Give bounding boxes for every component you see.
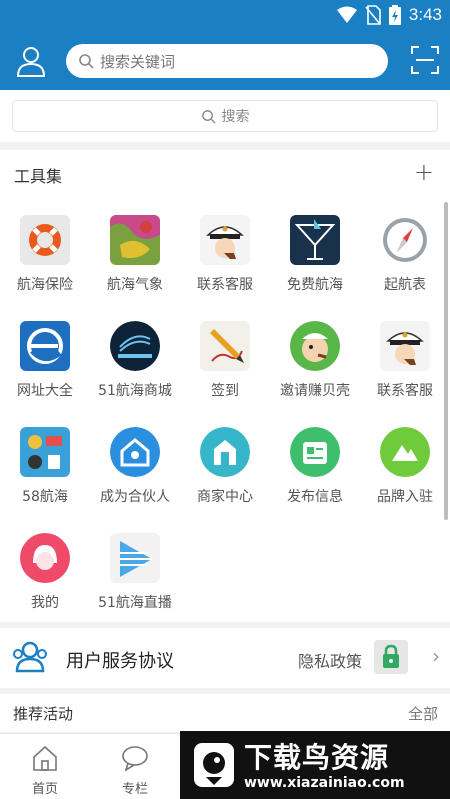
users-icon [13, 641, 47, 673]
tab-label: 专栏 [121, 782, 148, 797]
status-time: 3:43 [408, 5, 442, 24]
search-icon [79, 54, 94, 69]
recommended-activities-header: 推荐活动 全部 [0, 694, 450, 732]
tool-tile[interactable]: 我的 [0, 523, 90, 623]
partner-house-icon [110, 427, 160, 477]
tool-tile[interactable]: 签到 [180, 311, 270, 411]
tool-tile[interactable]: 起航表 [360, 205, 450, 305]
battery-charging-icon [388, 5, 401, 25]
tool-tile[interactable]: 58航海 [0, 417, 90, 517]
brand-mountain-icon [380, 427, 430, 477]
user-agreement-link[interactable]: 用户服务协议 [66, 647, 174, 673]
tool-label: 我的 [31, 595, 59, 611]
privacy-policy-link[interactable]: 隐私政策 [298, 648, 362, 672]
marine-tools-icon [20, 427, 70, 477]
tools-title: 工具集 [14, 167, 63, 186]
recommended-title: 推荐活动 [13, 705, 74, 723]
search-placeholder: 搜索关键词 [100, 52, 176, 71]
tool-tile[interactable]: 联系客服 [180, 205, 270, 305]
tool-tile[interactable]: 发布信息 [270, 417, 360, 517]
user-profile-icon[interactable] [14, 44, 48, 78]
tool-tile[interactable]: 免费航海 [270, 205, 360, 305]
tool-label: 联系客服 [197, 277, 253, 293]
tools-section: 工具集 + 航海保险 航海气象 联系客服 免费航海 起航表 网址大全 51航海商… [0, 150, 450, 622]
pencil-signin-icon [200, 321, 250, 371]
secondary-search-placeholder: 搜索 [221, 109, 250, 125]
header-bar: 搜索关键词 [0, 32, 450, 90]
status-bar: 3:43 [0, 0, 450, 32]
wifi-icon [336, 6, 357, 23]
tool-tile[interactable]: 网址大全 [0, 311, 90, 411]
bird-logo-icon [194, 743, 234, 787]
tool-tile[interactable]: 品牌入驻 [360, 417, 450, 517]
tool-tile[interactable]: 商家中心 [180, 417, 270, 517]
search-input[interactable]: 搜索关键词 [66, 44, 388, 78]
publish-info-icon [290, 427, 340, 477]
secondary-search-bar: 搜索 [0, 90, 450, 142]
cocktail-sail-icon [290, 215, 340, 265]
tab-column[interactable]: 专栏 [90, 734, 180, 799]
tab-home[interactable]: 首页 [0, 734, 90, 799]
tool-label: 起航表 [384, 277, 426, 293]
tool-label: 商家中心 [197, 489, 253, 505]
compass-icon [380, 215, 430, 265]
tool-tile[interactable]: 成为合伙人 [90, 417, 180, 517]
tool-tile[interactable]: 51航海商城 [90, 311, 180, 411]
tab-label: 首页 [31, 782, 58, 797]
tool-label: 51航海商城 [98, 383, 172, 399]
secondary-search-input[interactable]: 搜索 [12, 100, 438, 132]
tool-tile[interactable]: 邀请赚贝壳 [270, 311, 360, 411]
search-icon [201, 109, 216, 124]
home-icon [33, 745, 57, 771]
tool-tile[interactable]: 航海气象 [90, 205, 180, 305]
tool-label: 网址大全 [17, 383, 73, 399]
captain-service-icon [380, 321, 430, 371]
tool-label: 邀请赚贝壳 [280, 383, 350, 399]
weather-map-icon [110, 215, 160, 265]
mall-logo-icon [110, 321, 160, 371]
tool-label: 51航海直播 [98, 595, 172, 611]
watermark-title: 下载鸟资源 [244, 741, 390, 774]
tool-label: 品牌入驻 [377, 489, 433, 505]
watermark-url: www.xiazainiao.com [244, 775, 405, 791]
add-tool-button[interactable]: + [414, 158, 434, 186]
tool-label: 成为合伙人 [100, 489, 170, 505]
tool-label: 免费航海 [287, 277, 343, 293]
no-sim-icon [365, 5, 381, 25]
lock-icon [374, 640, 408, 674]
tool-tile[interactable]: 航海保险 [0, 205, 90, 305]
merchant-center-icon [200, 427, 250, 477]
browser-e-icon [20, 321, 70, 371]
view-all-link[interactable]: 全部 [408, 703, 438, 724]
insurance-lifebuoy-icon [20, 215, 70, 265]
avatar-girl-icon [20, 533, 70, 583]
tool-label: 58航海 [22, 489, 68, 505]
tool-label: 航海保险 [17, 277, 73, 293]
tool-tile[interactable]: 51航海直播 [90, 523, 180, 623]
tool-label: 航海气象 [107, 277, 163, 293]
popeye-invite-icon [290, 321, 340, 371]
watermark-overlay: 下载鸟资源 www.xiazainiao.com [180, 731, 450, 799]
tool-label: 签到 [211, 383, 239, 399]
tool-label: 联系客服 [377, 383, 433, 399]
tool-tile[interactable]: 联系客服 [360, 311, 450, 411]
status-icons: 3:43 [336, 5, 442, 25]
scan-icon[interactable] [410, 45, 440, 75]
captain-service-icon [200, 215, 250, 265]
user-agreement-row[interactable]: 用户服务协议 隐私政策 › [0, 628, 450, 688]
live-stream-icon [110, 533, 160, 583]
chat-bubble-icon [122, 746, 148, 772]
chevron-right-icon: › [432, 644, 440, 668]
tool-label: 发布信息 [287, 489, 343, 505]
